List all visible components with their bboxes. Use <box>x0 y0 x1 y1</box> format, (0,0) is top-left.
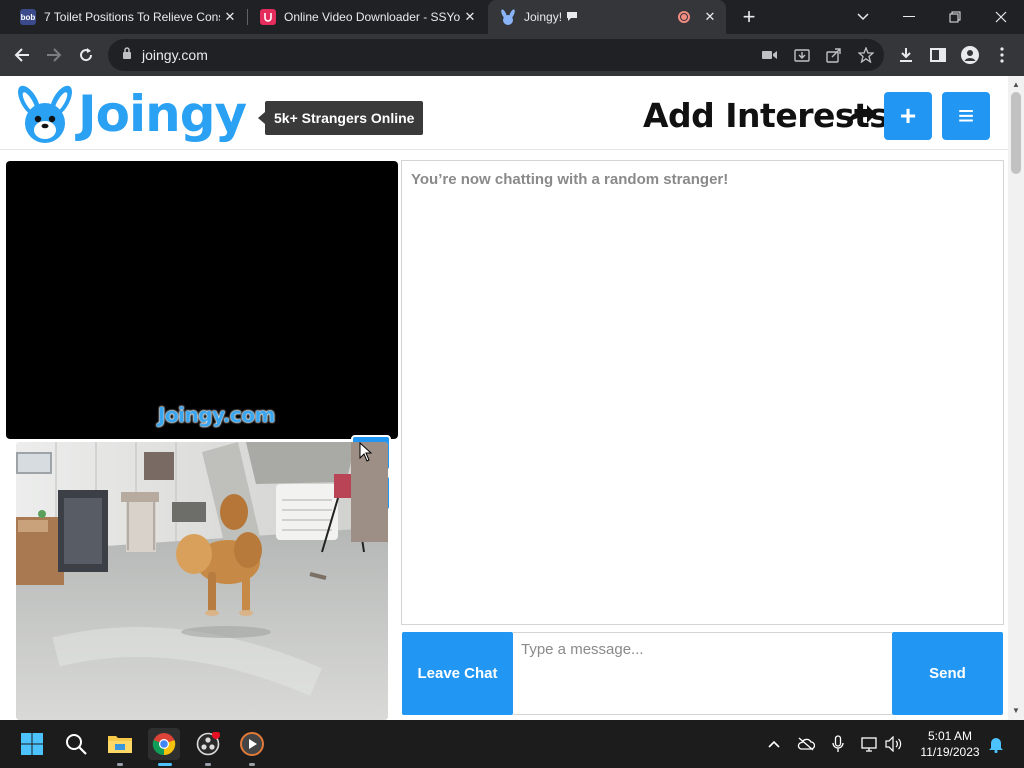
scroll-down-arrow-icon[interactable]: ▼ <box>1008 704 1024 718</box>
send-button[interactable]: Send <box>892 632 1003 715</box>
tab-close-icon[interactable]: ✕ <box>220 9 240 25</box>
scroll-up-arrow-icon[interactable]: ▲ <box>1008 78 1024 92</box>
joingy-logo[interactable]: Joingy <box>14 82 247 146</box>
install-app-icon[interactable] <box>792 45 812 65</box>
joingy-page: Joingy 5k+ Strangers Online Add Interest… <box>0 76 1008 720</box>
volume-icon[interactable] <box>884 734 904 754</box>
curved-arrow-icon <box>847 105 876 124</box>
running-indicator <box>205 763 211 766</box>
side-panel-icon[interactable] <box>924 41 952 69</box>
camera-feed-image <box>16 442 388 720</box>
windows-start-icon[interactable] <box>16 728 48 760</box>
browser-tab-ssyoutube[interactable]: Online Video Downloader - SSYo ✕ <box>248 0 486 34</box>
network-icon[interactable] <box>860 734 880 754</box>
downloads-icon[interactable] <box>892 41 920 69</box>
stranger-video: Joingy.com <box>6 161 398 511</box>
search-icon[interactable] <box>60 728 92 760</box>
chrome-icon[interactable] <box>148 728 180 760</box>
file-explorer-icon[interactable] <box>104 728 136 760</box>
message-input[interactable] <box>513 632 892 715</box>
tab-close-icon[interactable]: ✕ <box>460 9 480 25</box>
page-scrollbar[interactable]: ▲ ▼ <box>1008 76 1024 720</box>
back-arrow-icon[interactable] <box>8 41 36 69</box>
lock-icon[interactable] <box>122 46 132 64</box>
online-count-badge: 5k+ Strangers Online <box>257 101 424 135</box>
hamburger-menu-icon: ≡ <box>957 100 975 131</box>
bob-favicon-icon: bob <box>20 9 36 25</box>
plus-icon: + <box>899 100 917 131</box>
chat-status-message: You’re now chatting with a random strang… <box>411 171 729 188</box>
address-bar[interactable]: joingy.com <box>108 39 884 71</box>
recording-indicator-icon <box>678 11 690 23</box>
logo-wordmark: Joingy <box>78 85 247 143</box>
microphone-in-use-icon[interactable] <box>828 734 848 754</box>
active-indicator <box>158 763 172 766</box>
system-clock[interactable]: 5:01 AM 11/19/2023 <box>912 728 988 760</box>
more-menu-icon[interactable] <box>988 41 1016 69</box>
profile-avatar-icon[interactable] <box>956 41 984 69</box>
url-text[interactable]: joingy.com <box>142 47 208 63</box>
windows-taskbar: 5:01 AM 11/19/2023 <box>0 720 1024 768</box>
add-interests-button[interactable]: + <box>884 92 932 140</box>
new-tab-button[interactable]: + <box>726 0 772 34</box>
scrollbar-thumb[interactable] <box>1011 92 1021 174</box>
ssyoutube-icon <box>260 9 276 25</box>
tab-title: 7 Toilet Positions To Relieve Cons <box>44 10 220 24</box>
reload-icon[interactable] <box>72 41 100 69</box>
bookmark-star-icon[interactable] <box>856 45 876 65</box>
mouse-cursor-icon <box>359 442 372 462</box>
tab-close-icon[interactable]: ✕ <box>700 9 720 25</box>
running-indicator <box>117 763 123 766</box>
onedrive-offline-icon[interactable] <box>796 734 816 754</box>
site-header: Joingy 5k+ Strangers Online Add Interest… <box>0 76 1008 150</box>
share-icon[interactable] <box>824 45 844 65</box>
self-video-preview <box>16 442 388 720</box>
browser-toolbar: joingy.com <box>0 34 1024 76</box>
tab-title: Online Video Downloader - SSYo <box>284 10 460 24</box>
menu-button[interactable]: ≡ <box>942 92 990 140</box>
browser-tabstrip: bob 7 Toilet Positions To Relieve Cons ✕… <box>0 0 1024 34</box>
bunny-logo-icon <box>18 85 72 143</box>
browser-tab-toilet[interactable]: bob 7 Toilet Positions To Relieve Cons ✕ <box>8 0 246 34</box>
video-watermark: Joingy.com <box>158 403 275 427</box>
tab-title: Joingy! <box>524 10 563 24</box>
browser-tab-joingy[interactable]: Joingy! ✕ <box>488 0 726 34</box>
notification-bell-icon[interactable] <box>986 734 1006 754</box>
clock-date: 11/19/2023 <box>920 745 980 759</box>
obs-studio-icon[interactable] <box>192 728 224 760</box>
forward-arrow-icon[interactable] <box>40 41 68 69</box>
leave-chat-button[interactable]: Leave Chat <box>402 632 513 715</box>
close-window-icon[interactable] <box>978 0 1024 34</box>
tab-search-icon[interactable] <box>840 0 886 34</box>
running-indicator <box>249 763 255 766</box>
joingy-bunny-icon <box>500 9 516 25</box>
restore-window-icon[interactable] <box>932 0 978 34</box>
minimize-window-icon[interactable] <box>886 0 932 34</box>
chat-log[interactable]: You’re now chatting with a random strang… <box>401 160 1004 625</box>
camera-in-use-icon[interactable] <box>760 45 780 65</box>
chat-bubble-icon <box>566 10 678 25</box>
clock-time: 5:01 AM <box>927 729 973 743</box>
show-hidden-icons-chevron-icon[interactable] <box>764 734 784 754</box>
media-player-icon[interactable] <box>236 728 268 760</box>
